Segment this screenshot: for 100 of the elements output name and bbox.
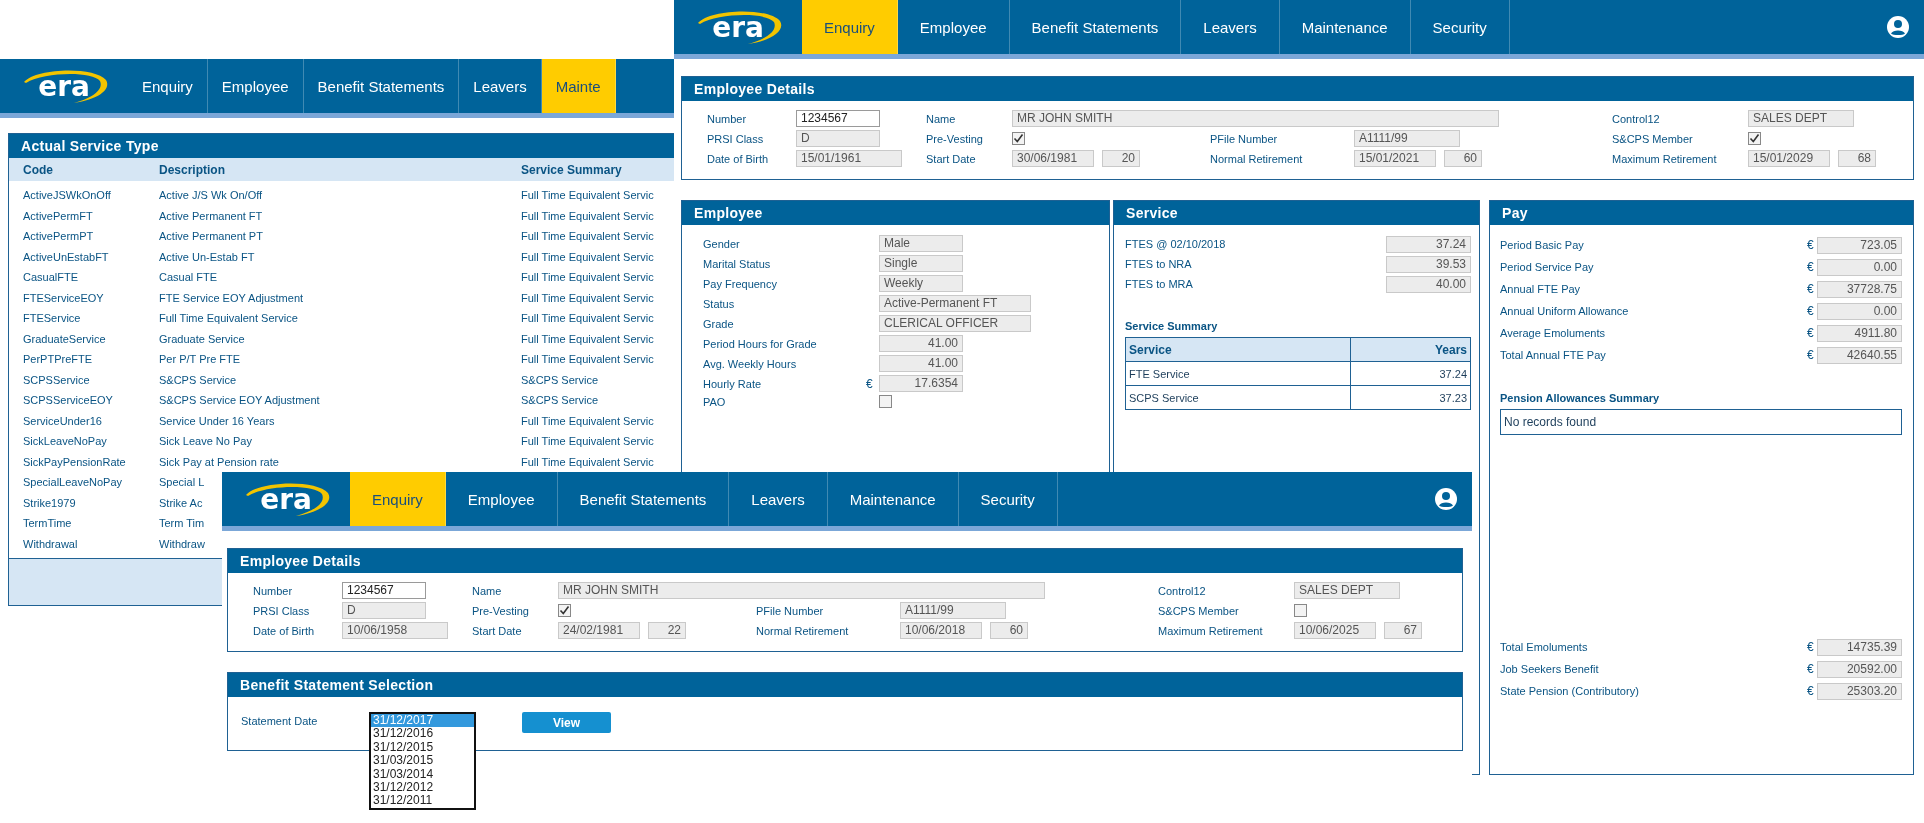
field-label: Total Emoluments: [1500, 641, 1589, 653]
field-label: PFile Number: [756, 604, 825, 617]
field-label: PRSI Class: [253, 604, 311, 617]
field-label: Job Seekers Benefit: [1500, 663, 1600, 675]
checkbox[interactable]: [1294, 604, 1307, 617]
table-cell: S&CPS Service: [159, 373, 237, 386]
table-cell: Graduate Service: [159, 332, 245, 345]
field-label: FTES to NRA: [1125, 258, 1192, 270]
table-cell: FTEServiceEOY: [23, 291, 104, 304]
readonly-field: SALES DEPT: [1294, 582, 1400, 599]
currency-symbol: €: [866, 376, 874, 391]
table-cell: TermTime: [23, 517, 72, 530]
field-label: Avg. Weekly Hours: [703, 357, 798, 370]
text-field[interactable]: 1234567: [342, 582, 426, 599]
field-label: Start Date: [926, 152, 977, 165]
table-cell: Full Time Equivalent Servic: [521, 332, 654, 345]
field-label: Pre-Vesting: [472, 604, 530, 617]
table-cell: Active J/S Wk On/Off: [159, 189, 263, 202]
table-cell: Full Time Equivalent Servic: [521, 291, 654, 304]
table-cell: SCPS Service: [1126, 386, 1351, 409]
panel-header: Employee Details: [228, 549, 1462, 573]
readonly-field: D: [342, 602, 426, 619]
table-cell: Strike1979: [23, 496, 76, 509]
field-label: Maximum Retirement: [1158, 624, 1264, 637]
panel-header: Pay: [1490, 201, 1913, 225]
field-label: Number: [707, 112, 748, 125]
nav-tab[interactable]: Mainte: [541, 59, 616, 113]
years-field: 67: [1384, 622, 1422, 639]
checkbox[interactable]: [558, 604, 571, 617]
table-cell: S&CPS Service: [521, 373, 599, 386]
table-cell: Full Time Equivalent Servic: [521, 271, 654, 284]
field-label: Annual FTE Pay: [1500, 283, 1582, 295]
currency-symbol: €: [1807, 684, 1815, 698]
checkbox[interactable]: [1012, 132, 1025, 145]
field-label: Normal Retirement: [756, 624, 850, 637]
date-field: 24/02/1981: [558, 622, 640, 639]
nav-tab[interactable]: Enquiry: [350, 472, 446, 526]
field-label: Normal Retirement: [1210, 152, 1304, 165]
text-field[interactable]: 1234567: [796, 110, 880, 127]
table-cell: Full Time Equivalent Servic: [521, 435, 654, 448]
column-header: Years: [1433, 341, 1468, 359]
field-label: State Pension (Contributory): [1500, 685, 1640, 697]
field-label: Control12: [1158, 584, 1207, 597]
table-cell: Per P/T Pre FTE: [159, 353, 241, 366]
readonly-field: MR JOHN SMITH: [1012, 110, 1499, 127]
view-button[interactable]: View: [522, 712, 611, 733]
table-cell: SCPSService: [23, 373, 90, 386]
table-cell: FTEService: [23, 312, 81, 325]
readonly-field: 37.24: [1386, 235, 1471, 253]
user-icon[interactable]: [1434, 487, 1458, 511]
table-cell: Full Time Equivalent Servic: [521, 209, 654, 222]
field-label: PRSI Class: [707, 132, 765, 145]
table-cell: FTE Service EOY Adjustment: [159, 291, 304, 304]
readonly-field: 42640.55: [1817, 346, 1902, 364]
nav-tab[interactable]: Enquiry: [802, 0, 898, 54]
field-label: PFile Number: [1210, 132, 1279, 145]
readonly-field: 39.53: [1386, 255, 1471, 273]
section-title: Pension Allowances Summary: [1500, 392, 1660, 404]
table-cell: Full Time Equivalent Servic: [521, 353, 654, 366]
readonly-field: MR JOHN SMITH: [558, 582, 1045, 599]
field-label: Pre-Vesting: [926, 132, 984, 145]
user-icon[interactable]: [1886, 15, 1910, 39]
table-cell: Special L: [159, 476, 205, 489]
table-cell: Full Time Equivalent Service: [159, 312, 298, 325]
field-label: S&CPS Member: [1158, 604, 1240, 617]
checkbox[interactable]: [879, 395, 892, 408]
checkbox[interactable]: [1748, 132, 1761, 145]
table-cell: SCPSServiceEOY: [23, 394, 113, 407]
currency-symbol: €: [1807, 662, 1815, 676]
readonly-field: 0.00: [1817, 258, 1902, 276]
readonly-field: A1111/99: [900, 602, 1006, 619]
readonly-field: 40.00: [1386, 275, 1471, 293]
table-cell: ActivePermPT: [23, 230, 94, 243]
date-field: 10/06/2025: [1294, 622, 1376, 639]
table-cell: SickLeaveNoPay: [23, 435, 107, 448]
years-field: 60: [1444, 150, 1482, 167]
readonly-field: SALES DEPT: [1748, 110, 1854, 127]
readonly-field: 41.00: [879, 335, 963, 352]
table-cell-text: 37.24: [1438, 366, 1468, 382]
table-cell: SickPayPensionRate: [23, 455, 126, 468]
readonly-field: 20592.00: [1817, 660, 1902, 678]
field-label: Marital Status: [703, 257, 772, 270]
table-cell: Full Time Equivalent Servic: [521, 455, 654, 468]
field-label: Name: [926, 112, 957, 125]
field-label: FTES to MRA: [1125, 278, 1193, 290]
field-label: FTES @ 02/10/2018: [1125, 238, 1226, 250]
readonly-field: Male: [879, 235, 963, 252]
field-label: Control12: [1612, 112, 1661, 125]
field-label: Grade: [703, 317, 735, 330]
field-label: Status: [703, 297, 736, 310]
readonly-field: 17.6354: [879, 375, 963, 392]
readonly-field: 0.00: [1817, 302, 1902, 320]
readonly-field: 37728.75: [1817, 280, 1902, 298]
field-label: Annual Uniform Allowance: [1500, 305, 1630, 317]
currency-symbol: €: [1807, 304, 1815, 318]
table-cell: S&CPS Service EOY Adjustment: [159, 394, 320, 407]
field-label: Statement Date: [241, 714, 319, 727]
field-label: Maximum Retirement: [1612, 152, 1718, 165]
field-label: Period Service Pay: [1500, 261, 1595, 273]
field-label: Total Annual FTE Pay: [1500, 349, 1607, 361]
